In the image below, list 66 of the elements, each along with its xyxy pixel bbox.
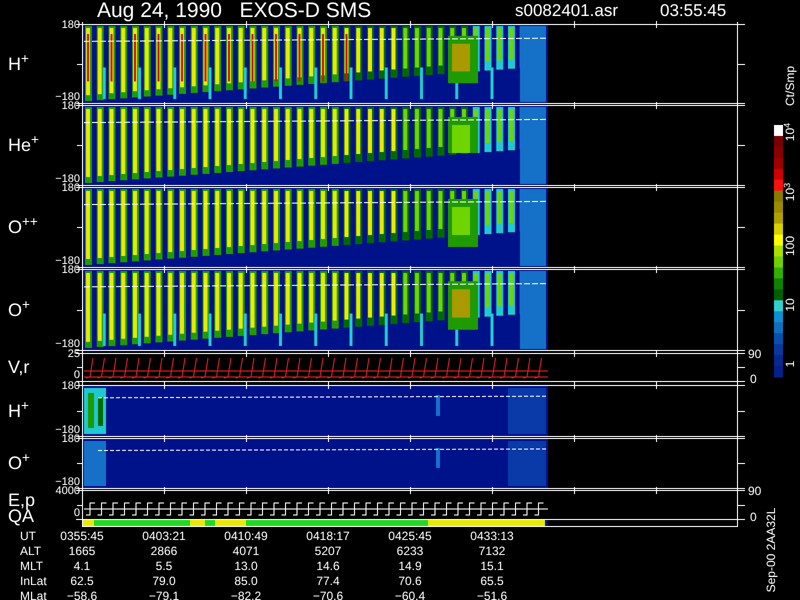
file-name: s0082401.asr: [515, 2, 618, 19]
table-cell: 2866: [150, 545, 178, 557]
panel-label: O$^{+}$: [8, 454, 30, 472]
scale-label: 10: [784, 298, 796, 312]
axis-tick-label: 25: [68, 349, 80, 360]
table-cell: 0425:45: [388, 530, 432, 542]
axis-tick-label: 4000: [56, 486, 80, 497]
axis-tick-label: 0: [750, 373, 757, 385]
axis-tick-label: 90: [748, 348, 762, 360]
table-cell: 65.5: [480, 575, 504, 587]
axis-tick-label: 180: [62, 434, 80, 445]
table-cell: −58.6: [66, 590, 98, 600]
axis-tick-label: 180: [62, 183, 80, 194]
table-cell: −60.4: [394, 590, 426, 600]
plot-title: Aug 24, 1990 EXOS-D SMS: [97, 0, 372, 21]
table-cell: 62.5: [70, 575, 94, 587]
panel-label: V,r: [8, 358, 30, 376]
table-cell: 5207: [314, 545, 342, 557]
axis-tick-label: 180: [62, 20, 80, 31]
table-cell: 0355:45: [60, 530, 104, 542]
table-cell: 4.1: [74, 560, 90, 572]
row-label: UT: [20, 530, 36, 542]
row-label: MLT: [20, 560, 44, 572]
table-cell: 0410:49: [224, 530, 268, 542]
table-cell: 85.0: [234, 575, 258, 587]
table-cell: 1665: [68, 545, 96, 557]
table-cell: 7132: [478, 545, 506, 557]
panel-label: O$^{+}$: [8, 300, 30, 318]
table-cell: 4071: [232, 545, 260, 557]
table-cell: 70.6: [398, 575, 422, 587]
axis-tick-label: 0: [74, 508, 80, 519]
table-cell: 13.0: [234, 560, 258, 572]
axis-tick-label: 0: [750, 511, 757, 523]
row-label: InLat: [20, 575, 47, 587]
axis-tick-label: 0: [74, 370, 80, 381]
panel-label: H$^{+}$: [8, 402, 29, 420]
table-cell: 5.5: [156, 560, 172, 572]
table-cell: 6233: [396, 545, 424, 557]
table-cell: 0418:17: [306, 530, 350, 542]
axis-tick-label: −180: [55, 339, 80, 350]
axis-tick-label: 180: [62, 265, 80, 276]
panel-label: O$^{++}$: [8, 218, 38, 236]
scale-label: 1: [784, 360, 796, 368]
version-label: Sep-00 2AA32L: [765, 508, 777, 592]
unit-label: Ct/Smp: [784, 66, 796, 106]
table-cell: −79.1: [148, 590, 180, 600]
panel-label: He$^{+}$: [8, 136, 39, 154]
table-cell: 77.4: [316, 575, 340, 587]
axis-tick-label: 180: [62, 101, 80, 112]
table-cell: −70.6: [312, 590, 344, 600]
row-label: ALT: [20, 545, 42, 557]
panel-label: H$^{+}$: [8, 54, 29, 72]
table-cell: −51.6: [476, 590, 508, 600]
axis-tick-label: 90: [748, 485, 762, 497]
table-cell: 14.6: [316, 560, 340, 572]
row-label: MLat: [20, 590, 47, 600]
table-cell: 79.0: [152, 575, 176, 587]
table-cell: 0403:21: [142, 530, 186, 542]
time-label: 03:55:45: [660, 2, 726, 19]
scale-label: 100: [784, 236, 796, 256]
axis-tick-label: 180: [62, 381, 80, 392]
table-cell: 0433:13: [470, 530, 514, 542]
table-cell: 15.1: [480, 560, 504, 572]
table-cell: 14.9: [398, 560, 422, 572]
table-cell: −82.2: [230, 590, 262, 600]
panel-label: E,p: [8, 491, 36, 509]
